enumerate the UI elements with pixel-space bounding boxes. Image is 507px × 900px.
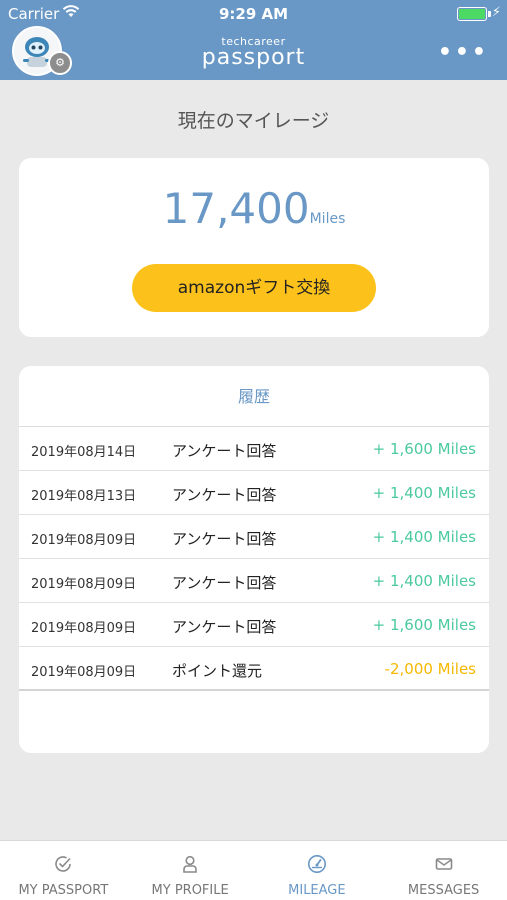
history-list: 2019年08月14日 アンケート回答 + 1,600 Miles 2019年08月1… (19, 427, 489, 691)
gauge-icon (307, 855, 326, 873)
history-date: 2019年08月13日 (31, 489, 137, 504)
history-amount: + 1,600 Miles (372, 440, 476, 458)
status-time: 9:29 AM (218, 5, 289, 23)
tab-messages[interactable]: MESSAGES (380, 841, 507, 900)
passport-check-icon (55, 856, 72, 872)
battery-tip (488, 11, 491, 17)
history-description: アンケート回答 (172, 618, 277, 636)
mileage-unit: Miles (309, 211, 346, 227)
tab-my-profile[interactable]: MY PROFILE (127, 841, 254, 900)
history-date: 2019年08月09日 (31, 533, 137, 548)
history-row: 2019年08月13日 アンケート回答 + 1,400 Miles (19, 471, 489, 515)
battery-icon (457, 7, 487, 21)
history-amount: + 1,600 Miles (372, 616, 476, 634)
history-row: 2019年08月09日 アンケート回答 + 1,400 Miles (19, 559, 489, 603)
mileage-value: 17,400Miles (19, 184, 489, 233)
charging-bolt-icon: ⚡ (491, 5, 501, 20)
history-amount: + 1,400 Miles (372, 484, 476, 502)
app-header: Carrier 9:29 AM ⚡ ⚙ techcareer passport … (0, 0, 507, 80)
mileage-card: 17,400Miles amazonギフト交換 (19, 158, 489, 337)
history-description: アンケート回答 (172, 442, 277, 460)
envelope-icon (435, 858, 452, 870)
history-row: 2019年08月09日 ポイント還元 -2,000 Miles (19, 647, 489, 691)
history-card: 履歴 2019年08月14日 アンケート回答 + 1,600 Miles 2019年0… (19, 366, 489, 753)
history-amount: -2,000 Miles (384, 660, 476, 678)
history-description: アンケート回答 (172, 530, 277, 548)
history-row: 2019年08月09日 アンケート回答 + 1,400 Miles (19, 515, 489, 559)
tab-label: MY PASSPORT (18, 883, 109, 898)
profile-icon (183, 855, 197, 873)
mileage-number: 17,400 (162, 184, 310, 233)
amazon-gift-exchange-button[interactable]: amazonギフト交換 (132, 264, 376, 312)
tab-label: MESSAGES (407, 883, 480, 898)
history-row: 2019年08月14日 アンケート回答 + 1,600 Miles (19, 427, 489, 471)
history-date: 2019年08月09日 (31, 665, 137, 680)
tab-mileage[interactable]: MILEAGE (254, 841, 381, 900)
history-description: アンケート回答 (172, 486, 277, 504)
brand-logo: techcareer passport (0, 36, 507, 69)
history-description: ポイント還元 (172, 662, 263, 680)
page-title: 現在のマイレージ (177, 110, 330, 132)
tab-my-passport[interactable]: MY PASSPORT (0, 841, 127, 900)
history-date: 2019年08月14日 (31, 445, 137, 460)
history-amount: + 1,400 Miles (372, 572, 476, 590)
status-bar: Carrier 9:29 AM ⚡ (0, 0, 507, 28)
history-amount: + 1,400 Miles (372, 528, 476, 546)
tab-bar: MY PASSPORT MY PROFILE MILEAGE MESSAGES (0, 840, 507, 900)
tab-label: MY PROFILE (151, 883, 229, 898)
tab-label: MILEAGE (288, 883, 346, 898)
brand-big-text: passport (201, 45, 306, 70)
history-date: 2019年08月09日 (31, 621, 137, 636)
history-date: 2019年08月09日 (31, 577, 137, 592)
history-description: アンケート回答 (172, 574, 277, 592)
history-title: 履歴 (19, 366, 489, 427)
more-dots-icon[interactable]: ••• (438, 40, 489, 65)
history-row: 2019年08月09日 アンケート回答 + 1,600 Miles (19, 603, 489, 647)
